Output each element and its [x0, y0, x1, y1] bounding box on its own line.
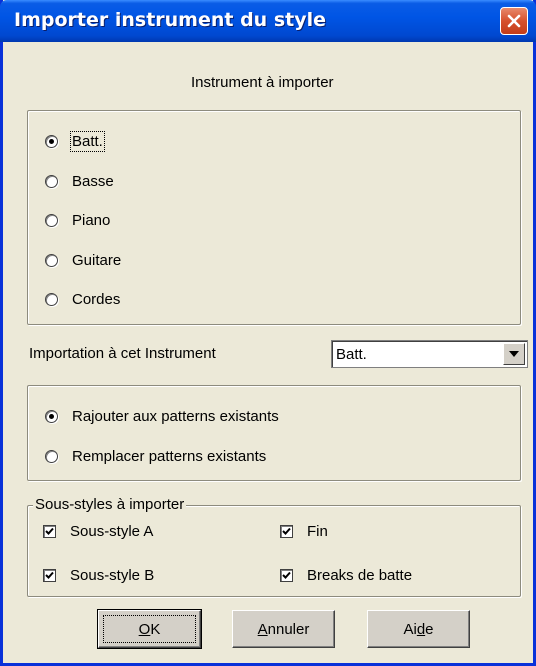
- radio-button[interactable]: [45, 449, 58, 463]
- radio-option-batt[interactable]: Batt.: [45, 130, 105, 152]
- checkbox[interactable]: [280, 524, 293, 538]
- radio-button[interactable]: [45, 134, 58, 148]
- check-icon: [282, 527, 291, 535]
- checkbox-label: Sous-style A: [70, 522, 154, 540]
- import-instrument-dialog: Importer instrument du style Instrument …: [0, 0, 536, 666]
- checkbox-substyle-b[interactable]: Sous-style B: [43, 565, 154, 585]
- check-icon: [282, 571, 291, 579]
- radio-button[interactable]: [45, 292, 58, 306]
- radio-option-piano[interactable]: Piano: [45, 210, 110, 230]
- checkbox-label: Sous-style B: [70, 566, 155, 584]
- radio-button[interactable]: [45, 253, 58, 267]
- cancel-button-label: Annuler: [257, 620, 310, 638]
- checkbox-breaks[interactable]: Breaks de batte: [280, 565, 412, 585]
- checkbox-substyle-a[interactable]: Sous-style A: [43, 521, 153, 541]
- close-icon: [507, 14, 521, 28]
- checkbox[interactable]: [43, 524, 56, 538]
- target-instrument-dropdown[interactable]: Batt.: [331, 340, 528, 368]
- help-button[interactable]: Aide: [367, 610, 470, 648]
- checkbox-label: Fin: [307, 522, 328, 540]
- title-bar[interactable]: Importer instrument du style: [0, 0, 536, 42]
- checkbox[interactable]: [43, 568, 56, 582]
- radio-button[interactable]: [45, 213, 58, 227]
- radio-option-replace[interactable]: Remplacer patterns existants: [45, 446, 266, 466]
- radio-label: Cordes: [72, 290, 121, 308]
- instrument-section-heading: Instrument à importer: [191, 74, 334, 91]
- dropdown-selected-value: Batt.: [336, 346, 367, 363]
- radio-label: Rajouter aux patterns existants: [72, 407, 279, 425]
- radio-label: Remplacer patterns existants: [72, 447, 267, 465]
- radio-option-cordes[interactable]: Cordes: [45, 289, 120, 309]
- radio-button[interactable]: [45, 174, 58, 188]
- radio-option-basse[interactable]: Basse: [45, 171, 114, 191]
- radio-label: Basse: [72, 172, 114, 190]
- import-mode-radio-group: [27, 385, 521, 481]
- check-icon: [45, 571, 54, 579]
- ok-button[interactable]: OK: [97, 609, 202, 649]
- target-instrument-label: Importation à cet Instrument: [29, 345, 216, 362]
- chevron-down-icon: [509, 351, 519, 357]
- dropdown-button[interactable]: [503, 343, 525, 365]
- radio-option-guitare[interactable]: Guitare: [45, 250, 121, 270]
- window-title: Importer instrument du style: [14, 9, 326, 31]
- checkbox[interactable]: [280, 568, 293, 582]
- radio-option-append[interactable]: Rajouter aux patterns existants: [45, 406, 279, 426]
- checkbox-fin[interactable]: Fin: [280, 521, 328, 541]
- checkbox-label: Breaks de batte: [307, 566, 413, 584]
- close-button[interactable]: [500, 7, 528, 35]
- cancel-button[interactable]: Annuler: [232, 610, 335, 648]
- radio-label: Batt.: [70, 130, 105, 152]
- radio-button[interactable]: [45, 409, 58, 423]
- help-button-label: Aide: [403, 620, 434, 638]
- check-icon: [45, 527, 54, 535]
- radio-label: Guitare: [72, 251, 122, 269]
- ok-button-label: OK: [138, 620, 161, 638]
- substyles-legend: Sous-styles à importer: [33, 496, 187, 513]
- radio-label: Piano: [72, 211, 111, 229]
